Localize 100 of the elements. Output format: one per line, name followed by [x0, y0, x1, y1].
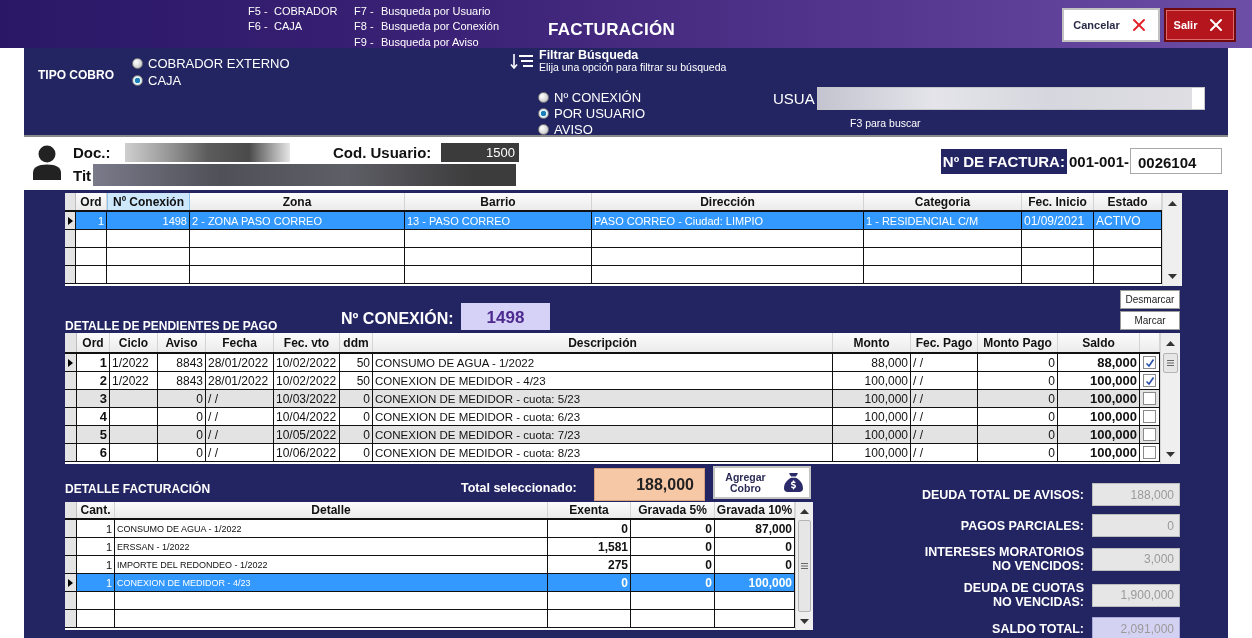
row-selector[interactable] [65, 230, 76, 247]
row-selector[interactable] [65, 538, 77, 555]
summary-label: DEUDA TOTAL DE AVISOS: [921, 487, 1084, 502]
radio-button[interactable] [132, 58, 143, 69]
caret-down-icon[interactable] [1168, 273, 1177, 279]
cancel-button[interactable]: Cancelar [1062, 8, 1160, 42]
column-header[interactable]: Ciclo [110, 333, 158, 352]
row-selector[interactable] [65, 212, 76, 229]
scrollbar[interactable] [795, 502, 813, 630]
column-header[interactable]: Zona [190, 193, 405, 210]
row-selector[interactable] [65, 354, 77, 371]
row-selector[interactable] [65, 408, 77, 425]
column-header[interactable]: Gravada 5% [631, 502, 715, 518]
radio-button[interactable] [132, 75, 143, 86]
radio-button[interactable] [538, 107, 549, 119]
column-header[interactable]: Detalle [115, 502, 548, 518]
radio-label[interactable]: CAJA [148, 73, 182, 88]
table-row[interactable]: 1 CONSUMO DE AGUA - 1/2022 0 0 87,000 [65, 520, 795, 538]
table-cell: 50 [340, 354, 373, 371]
column-header[interactable]: Barrio [405, 193, 592, 210]
exit-button[interactable]: Salir [1164, 8, 1236, 42]
column-header[interactable]: Monto Pago [978, 333, 1058, 352]
row-selector[interactable] [65, 574, 77, 591]
column-header[interactable]: Descripción [373, 333, 833, 352]
page-title: FACTURACIÓN [548, 21, 675, 39]
caret-up-icon[interactable] [1166, 340, 1175, 346]
field-label: Tit [73, 166, 92, 184]
name-field[interactable] [93, 164, 517, 186]
radio-button[interactable] [538, 91, 549, 103]
column-header[interactable]: Exenta [548, 502, 631, 518]
checkbox[interactable] [1143, 356, 1156, 369]
scrollbar[interactable] [1162, 193, 1182, 286]
caret-down-icon[interactable] [800, 618, 809, 624]
row-selector[interactable] [65, 444, 77, 461]
scrollbar[interactable] [1160, 333, 1180, 464]
table-row[interactable]: 4 0 / / 10/04/2022 0 CONEXION DE MEDIDOR - cuota: 6/23 100,000 / / 0 100,000 [65, 408, 1160, 426]
connection-field[interactable]: 1498 [461, 303, 550, 330]
row-selector[interactable] [65, 520, 77, 537]
checkbox[interactable] [1143, 392, 1156, 405]
radio-button[interactable] [538, 123, 549, 135]
table-row[interactable]: 1 1/2022 8843 28/01/2022 10/02/2022 50 CONSUMO DE AGUA - 1/2022 88,000 / / 0 88,000 [65, 354, 1160, 372]
shortcut-key: F5 - [248, 4, 274, 17]
table-cell: / / [911, 372, 978, 389]
caret-down-icon[interactable] [1166, 451, 1175, 457]
caret-up-icon[interactable] [800, 508, 809, 514]
table-cell: 10/02/2022 [274, 354, 340, 371]
shortcut-key: F8 - [354, 20, 381, 33]
table-cell: CONEXION DE MEDIDOR - cuota: 5/23 [373, 390, 833, 407]
radio-label[interactable]: COBRADOR EXTERNO [148, 56, 290, 71]
column-header[interactable]: Ord [77, 333, 110, 352]
table-cell: 28/01/2022 [206, 354, 274, 371]
scrollbar-thumb[interactable] [1163, 353, 1178, 373]
checkbox[interactable] [1143, 410, 1156, 423]
column-header[interactable]: Fec. vto [274, 333, 340, 352]
column-header[interactable]: ddm [340, 333, 373, 352]
row-selector[interactable] [65, 248, 76, 265]
action-button[interactable]: Desmarcar [1120, 290, 1180, 309]
add-payment-button[interactable]: Agregar Cobro [713, 466, 811, 499]
caret-up-icon[interactable] [1168, 200, 1177, 206]
table-row[interactable]: 6 0 / / 10/06/2022 0 CONEXION DE MEDIDOR - cuota: 8/23 100,000 / / 0 100,000 [65, 444, 1160, 462]
column-header[interactable]: Dirección [592, 193, 864, 210]
radio-label[interactable]: Nº CONEXIÓN [554, 89, 642, 105]
row-selector[interactable] [65, 372, 77, 389]
doc-field[interactable] [125, 143, 290, 162]
row-selector[interactable] [65, 592, 77, 609]
table-row[interactable]: 2 1/2022 8843 28/01/2022 10/02/2022 50 CONEXION DE MEDIDOR - 4/23 100,000 / / 0 100,000 [65, 372, 1160, 390]
row-selector[interactable] [65, 266, 76, 283]
column-header[interactable]: Categoria [864, 193, 1022, 210]
radio-label[interactable]: AVISO [554, 121, 593, 137]
table-cell: 0 [158, 408, 206, 425]
column-header[interactable]: Fec. Pago [911, 333, 978, 352]
column-header[interactable]: Nº Conexión [107, 193, 190, 210]
table-cell: 100,000 [1058, 444, 1140, 461]
column-header[interactable]: Saldo [1058, 333, 1140, 352]
row-selector[interactable] [65, 610, 77, 627]
table-cell: 0 [631, 520, 715, 537]
table-row[interactable]: 3 0 / / 10/03/2022 0 CONEXION DE MEDIDOR - cuota: 5/23 100,000 / / 0 100,000 [65, 390, 1160, 408]
checkbox[interactable] [1143, 374, 1156, 387]
summary-label: SALDO TOTAL: [992, 621, 1084, 636]
checkbox[interactable] [1143, 428, 1156, 441]
column-header[interactable]: Cant. [77, 502, 115, 518]
column-header[interactable]: Fec. Inicio [1022, 193, 1094, 210]
checkbox[interactable] [1143, 446, 1156, 459]
search-field[interactable] [816, 87, 1205, 110]
scrollbar-thumb[interactable] [798, 520, 811, 612]
table-row[interactable]: 1 IMPORTE DEL REDONDEO - 1/2022 275 0 0 [65, 556, 795, 574]
column-header[interactable]: Monto [833, 333, 911, 352]
user-code-field[interactable]: 1500 [441, 143, 519, 162]
table-row[interactable]: 1 ERSSAN - 1/2022 1,581 0 0 [65, 538, 795, 556]
column-header[interactable]: Fecha [206, 333, 274, 352]
table-row[interactable]: 5 0 / / 10/05/2022 0 CONEXION DE MEDIDOR - cuota: 7/23 100,000 / / 0 100,000 [65, 426, 1160, 444]
invoice-number-field[interactable]: 0026104 [1130, 148, 1222, 174]
column-header[interactable]: Aviso [158, 333, 206, 352]
table-cell: CONEXION DE MEDIDOR - 4/23 [373, 372, 833, 389]
row-selector[interactable] [65, 556, 77, 573]
summary-label: PAGOS PARCIALES: [960, 518, 1084, 533]
table-cell: 10/06/2022 [274, 444, 340, 461]
radio-label[interactable]: POR USUARIO [554, 105, 645, 121]
action-button[interactable]: Marcar [1120, 311, 1180, 330]
summary-field: 188,000 [1092, 483, 1180, 506]
